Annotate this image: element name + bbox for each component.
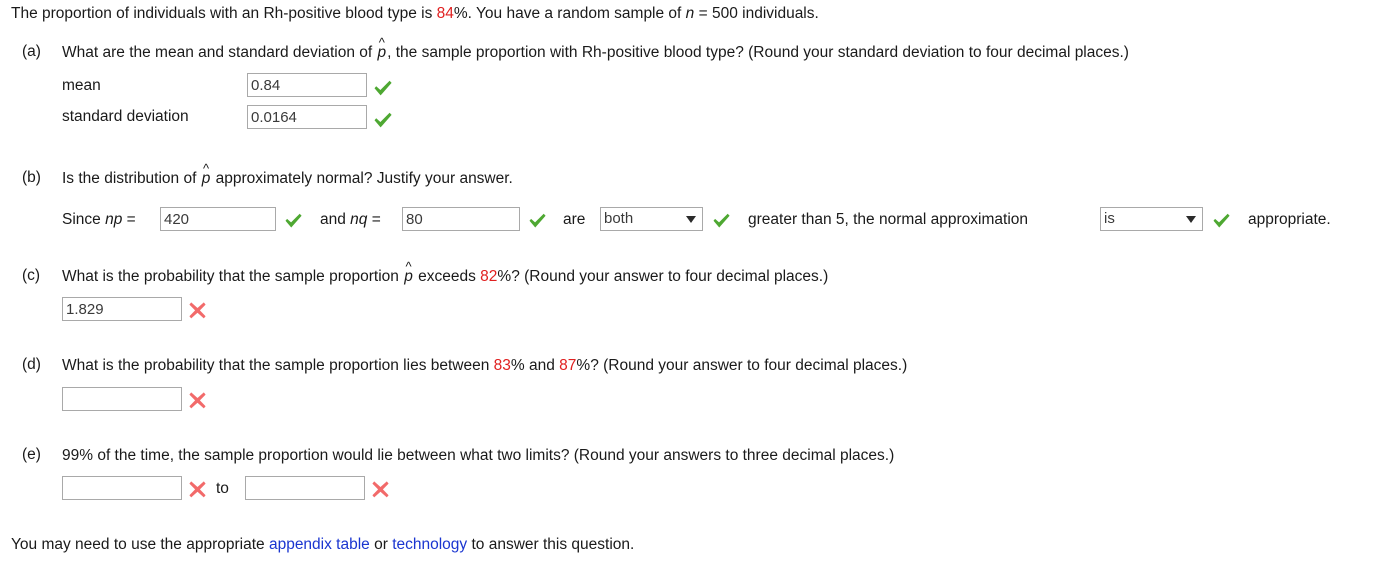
greater-than-label: greater than 5, the normal approximation xyxy=(748,211,1029,228)
nq-input[interactable] xyxy=(402,207,520,231)
since-np-label: Since np = xyxy=(62,210,136,230)
nq-equals: = xyxy=(367,211,381,228)
part-b-question-text-1: Is the distribution of xyxy=(62,170,201,187)
p-hat-symbol: ^ p xyxy=(201,162,212,189)
part-a-label: (a) xyxy=(22,43,41,60)
part-d-label: (d) xyxy=(22,356,41,373)
footer-text-middle: or xyxy=(369,536,393,553)
part-d-question-text-2: % and xyxy=(510,357,560,374)
appendix-table-link[interactable]: appendix table xyxy=(269,536,370,553)
and-nq-label: and nq = xyxy=(320,210,381,230)
part-b-question-text-2: approximately normal? Justify your answe… xyxy=(211,170,513,187)
p-hat-symbol: ^ p xyxy=(403,260,414,287)
part-d-percent-upper: 87 xyxy=(559,357,577,374)
part-d-question-text-3: %? (Round your answer to four decimal pl… xyxy=(576,357,908,374)
part-c-question-text-2: exceeds xyxy=(413,268,481,285)
np-symbol: np xyxy=(105,211,123,228)
part-d-question-text-1: What is the probability that the sample … xyxy=(62,357,494,374)
part-a-question: What are the mean and standard deviation… xyxy=(62,36,1129,63)
part-a-question-text-2: , the sample proportion with Rh-positive… xyxy=(387,44,1129,61)
standard-deviation-correct-icon xyxy=(373,112,393,129)
p-hat-symbol: ^ p xyxy=(377,36,388,63)
is-select[interactable]: is xyxy=(1100,207,1203,231)
nq-symbol: nq xyxy=(350,211,368,228)
mean-label: mean xyxy=(62,77,101,94)
part-e-upper-incorrect-icon xyxy=(372,481,389,498)
part-e-lower-incorrect-icon xyxy=(189,481,206,498)
technology-link[interactable]: technology xyxy=(392,536,467,553)
intro-statement: The proportion of individuals with an Rh… xyxy=(11,4,819,24)
are-label: are xyxy=(563,211,586,228)
part-d-question: What is the probability that the sample … xyxy=(62,356,907,376)
standard-deviation-input[interactable] xyxy=(247,105,367,129)
part-e-label: (e) xyxy=(22,446,41,463)
and-label: and xyxy=(320,211,351,228)
np-equals: = xyxy=(122,211,136,228)
footer-text-after: to answer this question. xyxy=(467,536,635,553)
part-c-percent-value: 82 xyxy=(480,268,498,285)
circumflex-icon: ^ xyxy=(378,35,385,50)
since-label: Since xyxy=(62,211,106,228)
part-c-question-text-3: %? (Round your answer to four decimal pl… xyxy=(497,268,829,285)
part-d-answer-input[interactable] xyxy=(62,387,182,411)
intro-percent-value: 84 xyxy=(436,5,454,22)
part-a-question-text-1: What are the mean and standard deviation… xyxy=(62,44,377,61)
intro-n-symbol: n xyxy=(685,5,695,22)
circumflex-icon: ^ xyxy=(202,161,210,176)
nq-correct-icon xyxy=(528,213,547,229)
is-correct-icon xyxy=(1212,213,1231,229)
part-e-lower-input[interactable] xyxy=(62,476,182,500)
part-b-label: (b) xyxy=(22,169,41,186)
footer-note: You may need to use the appropriate appe… xyxy=(11,535,634,555)
appropriate-label: appropriate. xyxy=(1248,211,1331,228)
footer-text-before: You may need to use the appropriate xyxy=(11,536,269,553)
intro-text-after: = 500 individuals. xyxy=(694,5,819,22)
intro-text-before: The proportion of individuals with an Rh… xyxy=(11,5,437,22)
standard-deviation-label: standard deviation xyxy=(62,108,189,125)
np-input[interactable] xyxy=(160,207,276,231)
part-e-upper-input[interactable] xyxy=(245,476,365,500)
part-e-question: 99% of the time, the sample proportion w… xyxy=(62,447,895,464)
circumflex-icon: ^ xyxy=(405,259,412,274)
both-select[interactable]: both xyxy=(600,207,703,231)
both-correct-icon xyxy=(712,213,731,229)
intro-text-middle: %. You have a random sample of xyxy=(453,5,686,22)
part-c-label: (c) xyxy=(22,267,41,284)
part-c-question-text-1: What is the probability that the sample … xyxy=(62,268,404,285)
part-c-answer-input[interactable] xyxy=(62,297,182,321)
part-c-incorrect-icon xyxy=(189,302,206,319)
part-d-incorrect-icon xyxy=(189,392,206,409)
part-b-question: Is the distribution of ^ p approximately … xyxy=(62,162,513,189)
part-e-to-label: to xyxy=(216,480,229,497)
mean-input[interactable] xyxy=(247,73,367,97)
mean-correct-icon xyxy=(373,80,393,97)
np-correct-icon xyxy=(284,213,303,229)
part-d-percent-lower: 83 xyxy=(493,357,511,374)
part-c-question: What is the probability that the sample … xyxy=(62,260,829,287)
